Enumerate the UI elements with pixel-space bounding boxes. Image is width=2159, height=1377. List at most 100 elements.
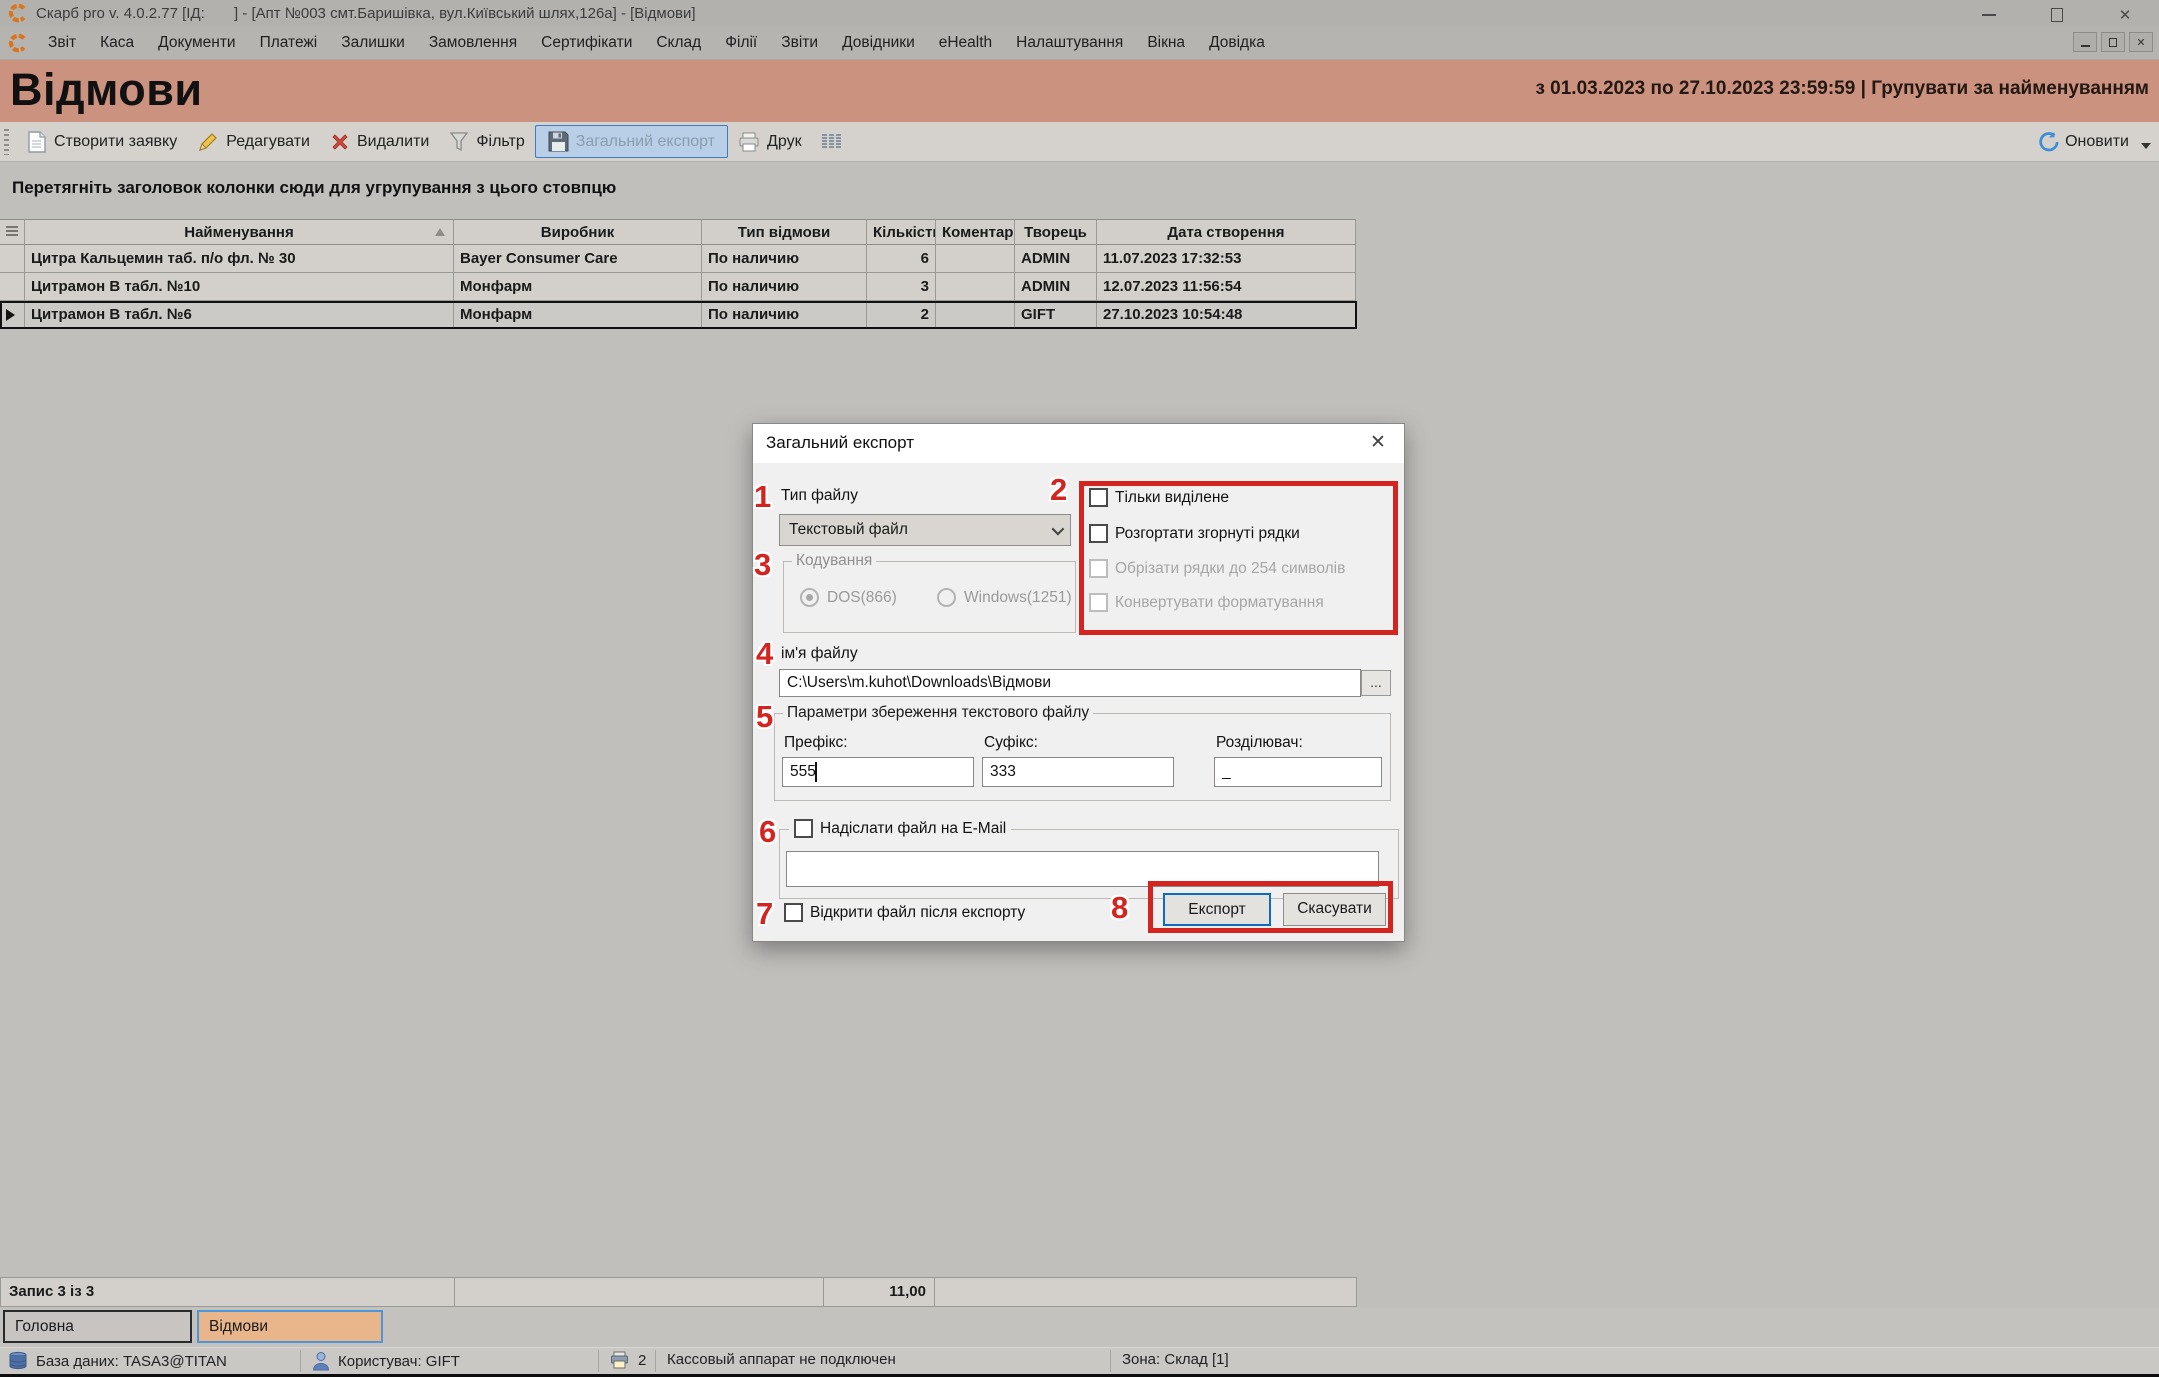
table-row[interactable]: Цитра Кальцемин таб. п/о фл. № 30 Bayer … [0,245,1357,273]
menu-zamovlennia[interactable]: Замовлення [417,30,529,56]
zone-status: Зона: Склад [1] [1122,1351,1229,1368]
create-request-button[interactable]: Створити заявку [17,126,187,158]
menu-zvity[interactable]: Звіти [769,30,830,56]
annotation-1: 1 [754,479,771,515]
open-after-export-label: Відкрити файл після експорту [810,904,1025,922]
table-corner-cell[interactable] [0,219,25,245]
mdi-close-button[interactable]: ✕ [2129,32,2153,52]
statusbar-divider [655,1350,656,1372]
total-quantity: 11,00 [824,1277,935,1307]
column-header-name[interactable]: Найменування [25,219,454,245]
tab-refusals[interactable]: Відмови [197,1310,383,1343]
menu-filii[interactable]: Філії [713,30,769,56]
file-type-select[interactable]: Текстовый файл [779,514,1071,546]
checkbox-icon[interactable] [794,819,813,838]
sort-asc-icon [435,228,445,236]
menu-vikna[interactable]: Вікна [1135,30,1197,56]
statusbar-divider [598,1350,599,1372]
encoding-dos-radio: DOS(866) [800,588,897,607]
mdi-child-icon [8,33,28,53]
new-document-icon [27,131,47,153]
refresh-button[interactable]: Оновити [2037,122,2151,162]
edit-label: Редагувати [226,133,310,151]
minimize-button[interactable] [1975,5,2003,25]
grid-menu-icon [6,226,18,238]
encoding-windows-label: Windows(1251) [964,589,1072,607]
checkbox-icon[interactable] [784,903,803,922]
table-row-selected[interactable]: Цитрамон В табл. №6 Монфарм По наличию 2… [0,301,1357,329]
filename-label: ім'я файлу [781,645,858,663]
save-params-title: Параметри збереження текстового файлу [783,704,1093,722]
zone-label: Зона: Склад [1] [1122,1351,1229,1368]
mdi-restore-button[interactable] [2101,32,2125,52]
column-header-created-date[interactable]: Дата створення [1097,219,1356,245]
footer-empty-cell [455,1277,824,1307]
open-after-export-checkbox[interactable]: Відкрити файл після експорту [784,903,1025,922]
general-export-label: Загальний експорт [576,133,715,151]
column-header-refusal-type[interactable]: Тип відмови [702,219,867,245]
separator-label: Розділювач: [1216,734,1303,752]
app-logo-icon [8,3,28,23]
refresh-dropdown-icon[interactable] [2141,143,2151,149]
dialog-title: Загальний експорт [766,433,914,453]
title-bar: Скарб pro v. 4.0.2.77 [ІД: ] - [Апт №003… [0,0,2159,26]
refresh-icon [2037,131,2059,153]
column-header-manufacturer[interactable]: Виробник [454,219,702,245]
menu-dovidnyky[interactable]: Довідники [830,30,927,56]
separator-input[interactable] [1214,757,1382,787]
print-label: Друк [767,133,802,151]
suffix-input[interactable] [982,757,1174,787]
toolbar-grip[interactable] [4,129,9,155]
statusbar-divider [300,1350,301,1372]
annotation-2: 2 [1050,472,1067,508]
general-export-button[interactable]: Загальний експорт [535,125,728,158]
statusbar-divider [1110,1350,1111,1372]
edit-button[interactable]: Редагувати [187,126,320,158]
radio-selected-icon [800,588,819,607]
table-row[interactable]: Цитрамон В табл. №10 Монфарм По наличию … [0,273,1357,301]
menu-zalyshky[interactable]: Залишки [329,30,417,56]
column-header-comment[interactable]: Коментар [936,219,1015,245]
annotation-8: 8 [1111,890,1128,926]
record-count: Запис 3 із 3 [0,1277,455,1307]
filter-button[interactable]: Фільтр [439,126,534,158]
column-header-creator[interactable]: Творець [1015,219,1097,245]
menu-nalashtuvannia[interactable]: Налаштування [1004,30,1135,56]
tab-home[interactable]: Головна [3,1310,192,1343]
database-status: База даних: TASA3@TITAN [8,1351,227,1371]
restore-button[interactable] [2043,5,2071,25]
menu-zvit[interactable]: Звіт [36,30,88,56]
prefix-input[interactable] [782,757,974,787]
footer-empty-cell [935,1277,1357,1307]
column-header-quantity[interactable]: Кількість [867,219,936,245]
send-email-checkbox[interactable]: Надіслати файл на E-Mail [789,819,1011,838]
mdi-minimize-button[interactable] [2073,32,2097,52]
browse-button[interactable]: ... [1361,670,1391,696]
menu-platezhi[interactable]: Платежі [248,30,330,56]
print-button[interactable]: Друк [728,127,812,157]
refresh-label: Оновити [2065,133,2129,151]
cash-register-label: Кассовый аппарат не подключен [667,1351,896,1368]
close-button[interactable]: ✕ [2111,5,2139,25]
menu-bar: Звіт Каса Документи Платежі Залишки Замо… [0,26,2159,60]
printer-status: 2 [610,1351,646,1369]
prefix-label: Префікс: [784,734,848,752]
dialog-close-icon[interactable]: ✕ [1366,431,1390,455]
menu-ehealth[interactable]: eHealth [927,30,1004,56]
menu-kasa[interactable]: Каса [88,30,146,56]
filter-label: Фільтр [476,133,524,151]
dialog-title-bar[interactable]: Загальний експорт ✕ [753,424,1404,463]
menu-dokumenty[interactable]: Документи [146,30,247,56]
columns-icon[interactable] [820,132,842,152]
annotation-6: 6 [759,814,776,850]
encoding-windows-radio: Windows(1251) [937,588,1072,607]
filename-input[interactable] [779,669,1361,697]
delete-label: Видалити [357,133,429,151]
menu-sklad[interactable]: Склад [644,30,713,56]
menu-dovidka[interactable]: Довідка [1197,30,1277,56]
delete-button[interactable]: Видалити [320,127,439,157]
create-request-label: Створити заявку [54,133,177,151]
database-icon [8,1351,28,1371]
menu-sertyfikaty[interactable]: Сертифікати [529,30,644,56]
window-controls: ✕ [1975,2,2139,28]
